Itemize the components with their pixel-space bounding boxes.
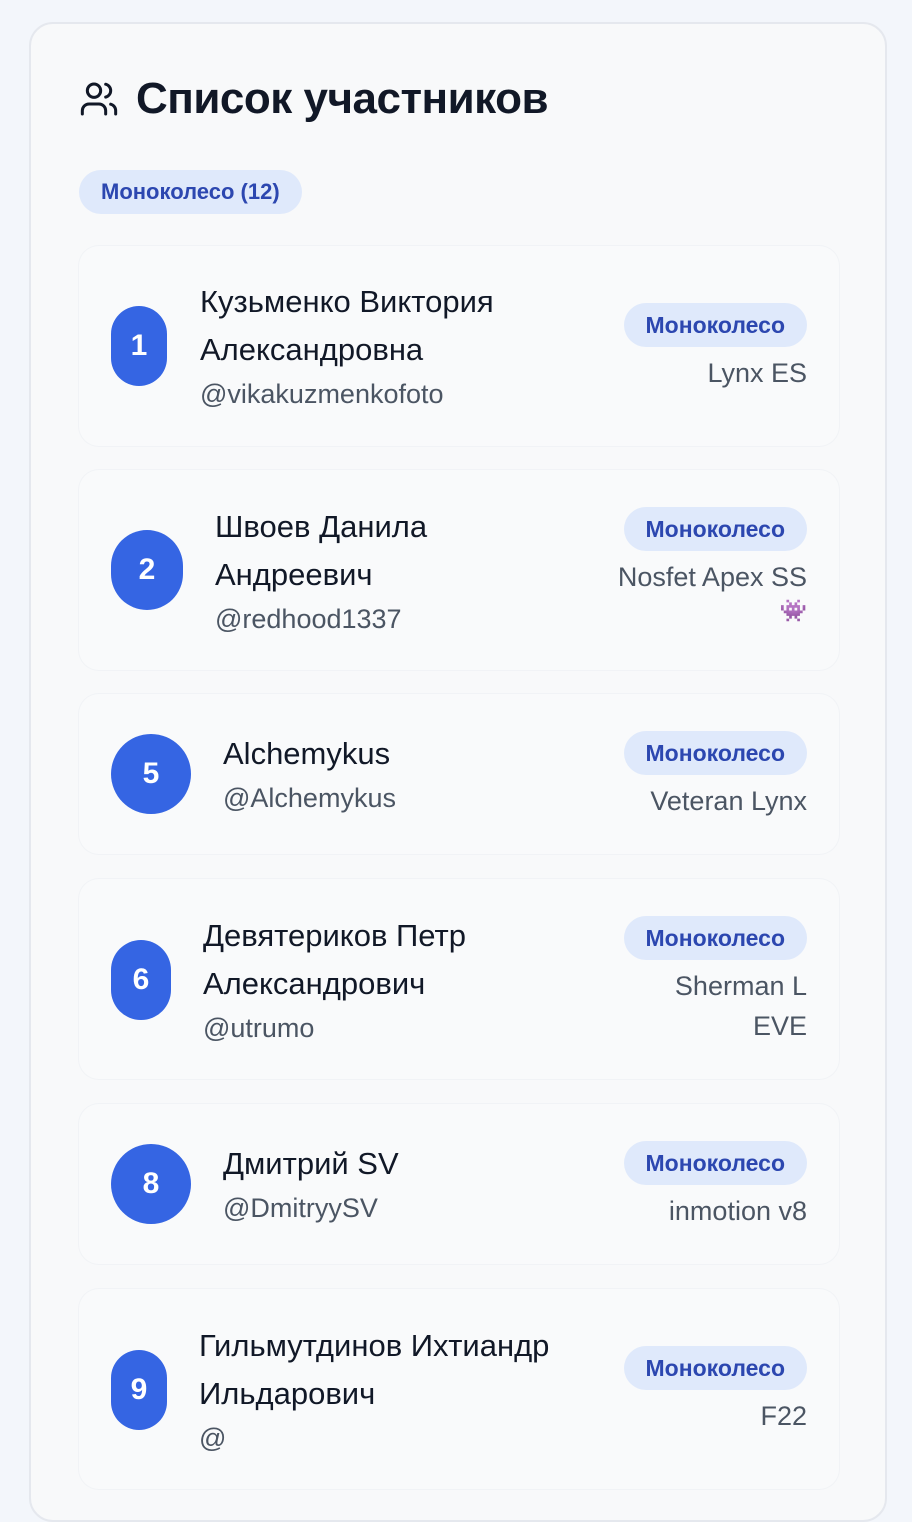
category-badge: Моноколесо (623, 916, 807, 960)
participant-number: 1 (111, 306, 167, 386)
category-badge: Моноколесо (623, 303, 807, 347)
alien-monster-icon: 👾 (779, 598, 807, 623)
category-badge: Моноколесо (623, 731, 807, 775)
participant-row[interactable]: 6 Девятериков Петр Александрович @utrumo… (79, 879, 839, 1079)
participant-row[interactable]: 1 Кузьменко Виктория Александровна @vika… (79, 246, 839, 446)
participant-number: 2 (111, 530, 183, 610)
participant-row[interactable]: 8 Дмитрий SV @DmitryySV Моноколесо inmot… (79, 1104, 839, 1264)
participant-number: 5 (111, 734, 191, 814)
participant-name: Гильмутдинов Ихтиандр Ильдарович (199, 1328, 550, 1411)
vehicle-model: Veteran Lynx (650, 786, 807, 816)
participant-info: Дмитрий SV @DmitryySV (223, 1140, 523, 1228)
participant-row[interactable]: 9 Гильмутдинов Ихтиандр Ильдарович @ Мон… (79, 1289, 839, 1489)
page-title: Список участников (136, 74, 549, 123)
participant-handle[interactable]: @DmitryySV (223, 1188, 523, 1228)
participant-info: Гильмутдинов Ихтиандр Ильдарович @ (199, 1322, 599, 1458)
participant-meta: Моноколесо F22 (623, 1346, 807, 1436)
participant-name: Alchemykus (223, 736, 391, 771)
participant-name: Девятериков Петр Александрович (203, 918, 466, 1001)
vehicle-model: Sherman L EVE (674, 971, 807, 1041)
category-filter-chip[interactable]: Моноколесо (12) (79, 170, 302, 214)
participant-handle[interactable]: @Alchemykus (223, 778, 523, 818)
vehicle-model: F22 (760, 1401, 807, 1431)
vehicle-model: Nosfet Apex SS (617, 562, 807, 592)
participant-number: 8 (111, 1144, 191, 1224)
category-badge: Моноколесо (623, 507, 807, 551)
participant-name: Кузьменко Виктория Александровна (200, 284, 494, 367)
participant-meta: Моноколесо Nosfet Apex SS 👾 (618, 507, 807, 625)
card-header: Список участников (79, 74, 549, 124)
participant-number: 6 (111, 940, 171, 1020)
participant-meta: Моноколесо inmotion v8 (623, 1141, 807, 1231)
category-badge: Моноколесо (623, 1346, 807, 1390)
participant-row[interactable]: 2 Швоев Данила Андреевич @redhood1337 Мо… (79, 470, 839, 670)
participant-name: Швоев Данила Андреевич (215, 509, 428, 592)
participant-info: Alchemykus @Alchemykus (223, 730, 523, 818)
participant-info: Девятериков Петр Александрович @utrumo (203, 912, 533, 1048)
participant-info: Кузьменко Виктория Александровна @vikaku… (200, 278, 560, 414)
vehicle-model: inmotion v8 (668, 1196, 807, 1226)
participant-meta: Моноколесо Sherman L EVE (587, 916, 807, 1046)
participant-name: Дмитрий SV (223, 1146, 399, 1181)
participant-number: 9 (111, 1350, 167, 1430)
participant-meta: Моноколесо Veteran Lynx (623, 731, 807, 821)
category-badge: Моноколесо (623, 1141, 807, 1185)
vehicle-model: Lynx ES (707, 358, 807, 388)
participants-card: Список участников Моноколесо (12) 1 Кузь… (29, 22, 887, 1522)
participant-handle[interactable]: @ (199, 1418, 599, 1458)
participant-handle[interactable]: @utrumo (203, 1008, 533, 1048)
participant-meta: Моноколесо Lynx ES (623, 303, 807, 393)
users-icon (79, 79, 119, 119)
participant-handle[interactable]: @redhood1337 (215, 599, 515, 639)
participant-info: Швоев Данила Андреевич @redhood1337 (215, 503, 515, 639)
participant-handle[interactable]: @vikakuzmenkofoto (200, 374, 560, 414)
participant-row[interactable]: 5 Alchemykus @Alchemykus Моноколесо Vete… (79, 694, 839, 854)
